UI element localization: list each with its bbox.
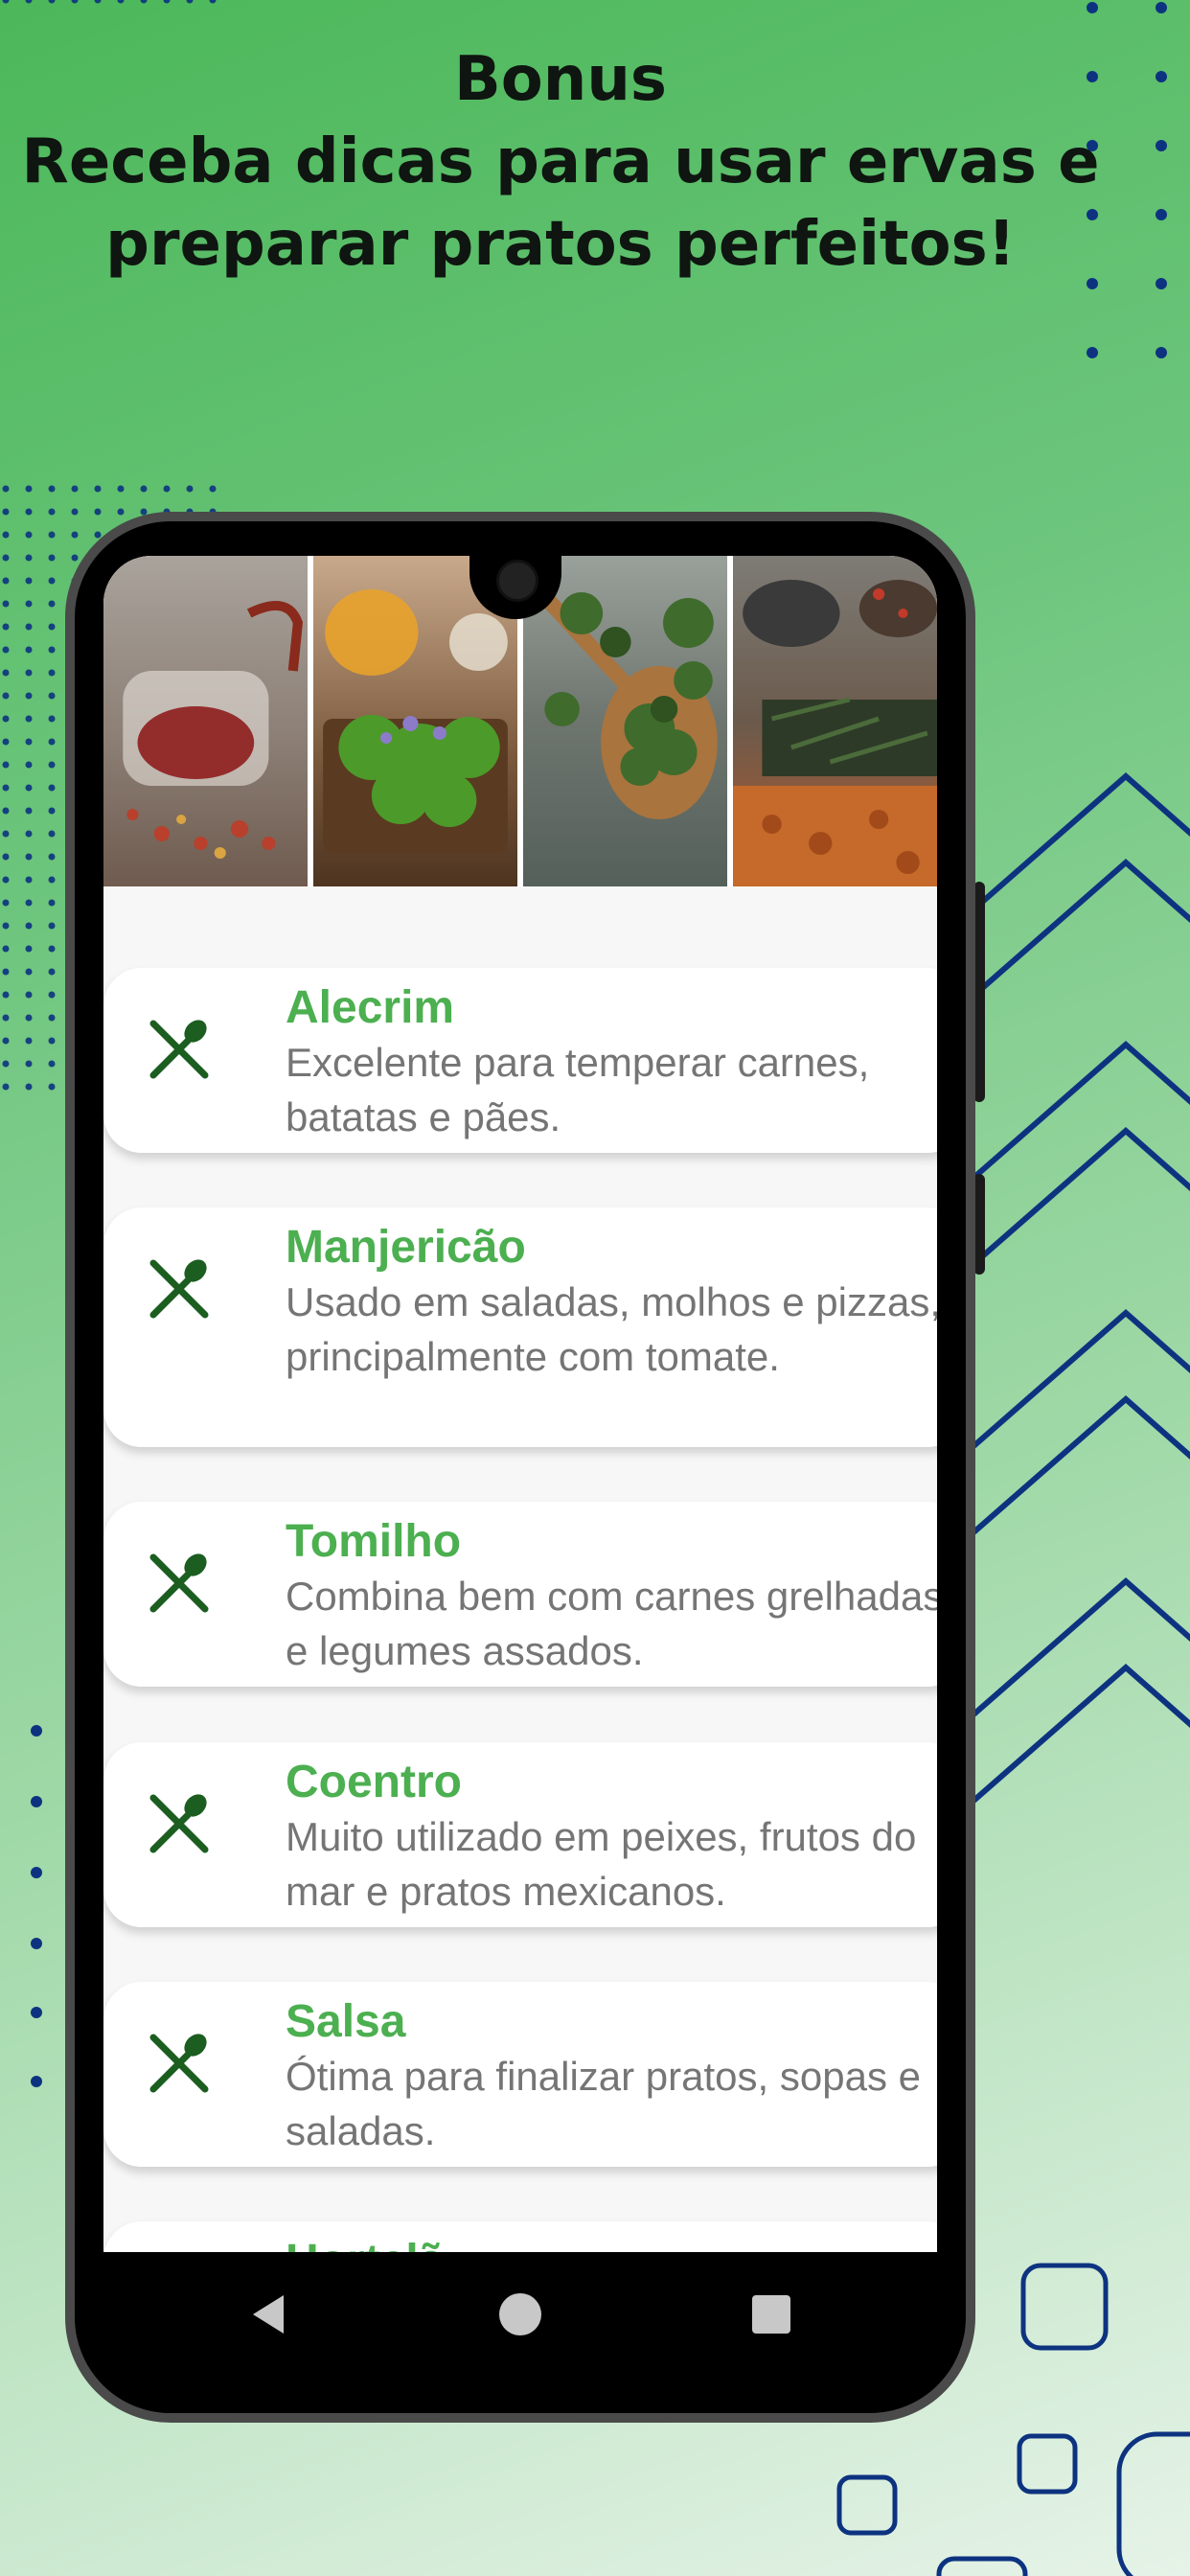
back-icon[interactable] [245, 2290, 293, 2338]
fork-spoon-icon [149, 1794, 209, 1853]
tip-description: Muito utilizado em peixes, frutos do mar… [286, 1814, 917, 1914]
headline-line-3: preparar pratos perfeitos! [105, 209, 1016, 280]
tip-description: Usado em saladas, molhos e pizzas, princ… [286, 1279, 937, 1379]
herb-photo-banner [103, 556, 937, 886]
fork-spoon-icon [149, 1259, 209, 1319]
recents-icon[interactable] [747, 2290, 795, 2338]
tip-description: Combina bem com carnes grelhadas e legum… [286, 1574, 937, 1673]
tip-title: Salsa [286, 1996, 406, 2047]
tip-title: Hortelã [286, 2233, 444, 2252]
promo-headline: Bonus Receba dicas para usar ervas e pre… [0, 38, 1121, 286]
fork-spoon-icon [149, 1020, 209, 1079]
tip-description: Excelente para temperar carnes, batatas … [286, 1040, 870, 1139]
herbal-tea-photo [103, 556, 308, 886]
fork-spoon-icon [149, 2034, 209, 2093]
fork-spoon-icon [149, 1553, 209, 1613]
tip-description: Ótima para finalizar pratos, sopas e sal… [286, 2054, 921, 2153]
system-navigation-bar [103, 2252, 937, 2377]
tip-title: Tomilho [286, 1516, 462, 1567]
tip-title: Coentro [286, 1757, 462, 1807]
list-item[interactable]: Manjericão Usado em saladas, molhos e pi… [103, 1208, 937, 1447]
list-item[interactable]: Salsa Ótima para finalizar pratos, sopas… [103, 1982, 937, 2167]
list-item[interactable]: Coentro Muito utilizado em peixes, fruto… [103, 1742, 937, 1927]
headline-line-1: Bonus [454, 44, 667, 115]
chevron-pattern-right [971, 772, 1190, 1805]
headline-line-2: Receba dicas para usar ervas e [21, 126, 1100, 197]
list-item[interactable]: Tomilho Combina bem com carnes grelhadas… [103, 1502, 937, 1687]
list-item[interactable]: Alecrim Excelente para temperar carnes, … [103, 968, 937, 1153]
spices-bowls-photo [733, 556, 937, 886]
dried-herbs-spoon-photo [523, 556, 727, 886]
list-item[interactable]: Hortelã [103, 2221, 937, 2252]
home-icon[interactable] [496, 2290, 544, 2338]
phone-screen[interactable]: Alecrim Excelente para temperar carnes, … [103, 556, 937, 2252]
front-camera [496, 560, 538, 602]
dot-pattern-left-lower [31, 1725, 42, 2087]
tip-title: Alecrim [286, 982, 455, 1033]
tip-title: Manjericão [286, 1222, 526, 1273]
